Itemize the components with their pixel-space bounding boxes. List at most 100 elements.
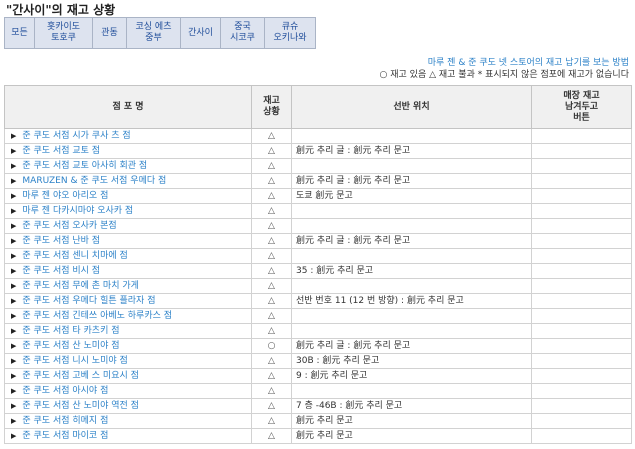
chevron-right-icon: ▶	[11, 387, 17, 395]
store-cell: ▶ 준 쿠도 서점 무에 촌 마치 가게	[4, 278, 252, 294]
stock-status: △	[251, 353, 292, 369]
shelf-location	[291, 218, 532, 234]
store-link[interactable]: MARUZEN & 준 쿠도 서점 우메다 점	[22, 176, 166, 186]
stock-table: 점 포 명 재고 상황 선반 위치 매장 재고 남겨두고 버튼 ▶ 준 쿠도 서점…	[4, 85, 632, 444]
store-link[interactable]: 준 쿠도 서점 무에 촌 마치 가게	[22, 281, 139, 291]
store-cell: ▶ 준 쿠도 서점 비시 점	[4, 263, 252, 279]
chevron-right-icon: ▶	[11, 222, 17, 230]
shelf-location: 도쿄 創元 문고	[291, 188, 532, 204]
table-row: ▶ 준 쿠도 서점 고베 스 미요시 점 △ 9 : 創元 추리 문고	[4, 368, 632, 384]
table-row: ▶ 준 쿠도 서점 타 카츠키 점 △	[4, 323, 632, 339]
store-link[interactable]: 마루 젠 다카시마야 오사카 점	[22, 206, 133, 216]
stock-status: ○	[251, 338, 292, 354]
store-cell: ▶ MARUZEN & 준 쿠도 서점 우메다 점	[4, 173, 252, 189]
store-link[interactable]: 준 쿠도 서점 니시 노미야 점	[22, 356, 127, 366]
store-cell: ▶ 준 쿠도 서점 시가 쿠사 츠 점	[4, 128, 252, 144]
chevron-right-icon: ▶	[11, 327, 17, 335]
table-row: ▶ 마루 젠 다카시마야 오사카 점 △	[4, 203, 632, 219]
hold-button-cell	[531, 278, 632, 294]
hold-button-cell	[531, 263, 632, 279]
stock-status: △	[251, 413, 292, 429]
header-status: 재고 상황	[251, 85, 292, 129]
store-link[interactable]: 준 쿠도 서점 우메다 힐튼 플라자 점	[22, 296, 155, 306]
stock-status: △	[251, 428, 292, 444]
store-link[interactable]: 준 쿠도 서점 난바 점	[22, 236, 100, 246]
store-link[interactable]: 준 쿠도 서점 아시야 점	[22, 386, 108, 396]
chevron-right-icon: ▶	[11, 147, 17, 155]
chevron-right-icon: ▶	[11, 132, 17, 140]
region-tab[interactable]: 중국 시코쿠	[221, 18, 265, 48]
table-row: ▶ 준 쿠도 서점 니시 노미야 점 △ 30B : 創元 추리 문고	[4, 353, 632, 369]
stock-status: △	[251, 233, 292, 249]
hold-button-cell	[531, 128, 632, 144]
store-link[interactable]: 준 쿠도 서점 산 노미야 점	[22, 341, 119, 351]
store-link[interactable]: 준 쿠도 서점 오사카 본점	[22, 221, 116, 231]
store-link[interactable]: 준 쿠도 서점 고베 스 미요시 점	[22, 371, 139, 381]
hold-button-cell	[531, 413, 632, 429]
shelf-location: 創元 추리 문고	[291, 428, 532, 444]
header-store: 점 포 명	[4, 85, 252, 129]
stock-status: △	[251, 398, 292, 414]
stock-status: △	[251, 218, 292, 234]
store-cell: ▶ 준 쿠도 서점 우메다 힐튼 플라자 점	[4, 293, 252, 309]
chevron-right-icon: ▶	[11, 267, 17, 275]
region-tab[interactable]: 간사이	[181, 18, 221, 48]
chevron-right-icon: ▶	[11, 192, 17, 200]
store-cell: ▶ 준 쿠도 서점 마이코 점	[4, 428, 252, 444]
store-link[interactable]: 준 쿠도 서점 시가 쿠사 츠 점	[22, 131, 130, 141]
store-cell: ▶ 준 쿠도 서점 히메지 점	[4, 413, 252, 429]
store-link[interactable]: 준 쿠도 서점 히메지 점	[22, 416, 108, 426]
chevron-right-icon: ▶	[11, 297, 17, 305]
table-row: ▶ 준 쿠도 서점 난바 점 △ 創元 추리 글 : 創元 추리 문고	[4, 233, 632, 249]
chevron-right-icon: ▶	[11, 207, 17, 215]
store-cell: ▶ 준 쿠도 서점 타 카츠키 점	[4, 323, 252, 339]
table-row: ▶ MARUZEN & 준 쿠도 서점 우메다 점 △ 創元 추리 글 : 創元 추리…	[4, 173, 632, 189]
store-cell: ▶ 준 쿠도 서점 센니 치마에 점	[4, 248, 252, 264]
store-link[interactable]: 준 쿠도 서점 비시 점	[22, 266, 100, 276]
store-link[interactable]: 준 쿠도 서점 타 카츠키 점	[22, 326, 119, 336]
store-link[interactable]: 준 쿠도 서점 산 노미야 역전 점	[22, 401, 139, 411]
stock-status: △	[251, 308, 292, 324]
region-tab[interactable]: 관동	[93, 18, 127, 48]
shelf-location: 9 : 創元 추리 문고	[291, 368, 532, 384]
table-row: ▶ 준 쿠도 서점 산 노미야 역전 점 △ 7 층 -46B : 創元 추리 문고	[4, 398, 632, 414]
store-link[interactable]: 준 쿠도 서점 교토 점	[22, 146, 100, 156]
hold-button-cell	[531, 323, 632, 339]
shelf-location: 創元 추리 글 : 創元 추리 문고	[291, 143, 532, 159]
store-link[interactable]: 준 쿠도 서점 교토 아사히 회관 점	[22, 161, 147, 171]
shelf-location	[291, 308, 532, 324]
region-tab[interactable]: 큐슈 오키나와	[265, 18, 315, 48]
region-tab[interactable]: 코싱 에츠 중부	[127, 18, 181, 48]
store-cell: ▶ 준 쿠도 서점 아시야 점	[4, 383, 252, 399]
store-link[interactable]: 준 쿠도 서점 마이코 점	[22, 431, 108, 441]
table-row: ▶ 준 쿠도 서점 아시야 점 △	[4, 383, 632, 399]
shelf-location	[291, 383, 532, 399]
hold-button-cell	[531, 173, 632, 189]
shelf-location: 創元 추리 글 : 創元 추리 문고	[291, 233, 532, 249]
stock-status: △	[251, 143, 292, 159]
table-row: ▶ 준 쿠도 서점 긴테쓰 아베노 하루카스 점 △	[4, 308, 632, 324]
store-link[interactable]: 준 쿠도 서점 긴테쓰 아베노 하루카스 점	[22, 311, 172, 321]
chevron-right-icon: ▶	[11, 282, 17, 290]
region-tab[interactable]: 홋카이도 토호쿠	[35, 18, 93, 48]
region-tab[interactable]: 모든	[5, 18, 35, 48]
chevron-right-icon: ▶	[11, 342, 17, 350]
header-shelf: 선반 위치	[291, 85, 532, 129]
shelf-location	[291, 128, 532, 144]
hold-button-cell	[531, 353, 632, 369]
hold-button-cell	[531, 293, 632, 309]
stock-status: △	[251, 158, 292, 174]
hold-button-cell	[531, 338, 632, 354]
store-cell: ▶ 마루 젠 다카시마야 오사카 점	[4, 203, 252, 219]
chevron-right-icon: ▶	[11, 177, 17, 185]
hold-button-cell	[531, 203, 632, 219]
hold-button-cell	[531, 428, 632, 444]
stock-status: △	[251, 293, 292, 309]
table-row: ▶ 마루 젠 야오 아리오 점 △ 도쿄 創元 문고	[4, 188, 632, 204]
table-row: ▶ 준 쿠도 서점 무에 촌 마치 가게 △	[4, 278, 632, 294]
store-link[interactable]: 준 쿠도 서점 센니 치마에 점	[22, 251, 127, 261]
store-cell: ▶ 준 쿠도 서점 긴테쓰 아베노 하루카스 점	[4, 308, 252, 324]
store-link[interactable]: 마루 젠 야오 아리오 점	[22, 191, 108, 201]
stock-status: △	[251, 188, 292, 204]
table-row: ▶ 준 쿠도 서점 산 노미야 점 ○ 創元 추리 글 : 創元 추리 문고	[4, 338, 632, 354]
